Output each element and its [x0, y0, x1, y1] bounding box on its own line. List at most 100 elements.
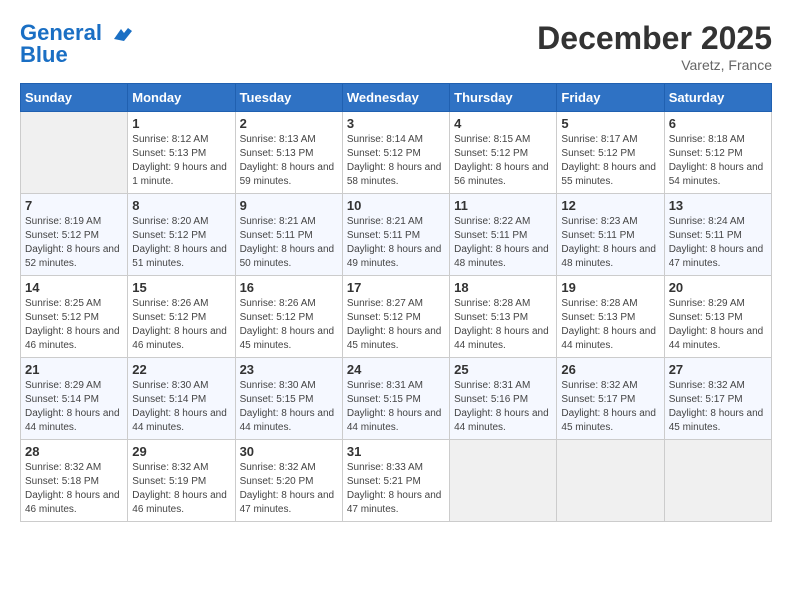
sunset-label: Sunset: 5:12 PM — [132, 230, 206, 241]
daylight-label: Daylight: 8 hours and 56 minutes. — [454, 162, 549, 187]
daylight-label: Daylight: 8 hours and 44 minutes. — [454, 326, 549, 351]
table-cell: 16 Sunrise: 8:26 AM Sunset: 5:12 PM Dayl… — [235, 276, 342, 358]
day-info: Sunrise: 8:21 AM Sunset: 5:11 PM Dayligh… — [240, 215, 338, 271]
daylight-label: Daylight: 8 hours and 49 minutes. — [347, 244, 442, 269]
daylight-label: Daylight: 8 hours and 51 minutes. — [132, 244, 227, 269]
header-monday: Monday — [128, 84, 235, 112]
day-info: Sunrise: 8:26 AM Sunset: 5:12 PM Dayligh… — [132, 297, 230, 353]
daylight-label: Daylight: 8 hours and 44 minutes. — [132, 408, 227, 433]
sunset-label: Sunset: 5:19 PM — [132, 476, 206, 487]
table-cell: 13 Sunrise: 8:24 AM Sunset: 5:11 PM Dayl… — [664, 194, 771, 276]
daylight-label: Daylight: 8 hours and 46 minutes. — [132, 490, 227, 515]
day-number: 9 — [240, 198, 338, 213]
sunset-label: Sunset: 5:12 PM — [454, 148, 528, 159]
daylight-label: Daylight: 8 hours and 48 minutes. — [454, 244, 549, 269]
sunset-label: Sunset: 5:12 PM — [25, 230, 99, 241]
day-number: 20 — [669, 280, 767, 295]
table-cell — [557, 440, 664, 522]
week-row-1: 1 Sunrise: 8:12 AM Sunset: 5:13 PM Dayli… — [21, 112, 772, 194]
sunset-label: Sunset: 5:12 PM — [561, 148, 635, 159]
daylight-label: Daylight: 8 hours and 50 minutes. — [240, 244, 335, 269]
day-number: 19 — [561, 280, 659, 295]
day-number: 2 — [240, 116, 338, 131]
header-wednesday: Wednesday — [342, 84, 449, 112]
sunset-label: Sunset: 5:12 PM — [669, 148, 743, 159]
sunset-label: Sunset: 5:11 PM — [561, 230, 634, 241]
day-info: Sunrise: 8:22 AM Sunset: 5:11 PM Dayligh… — [454, 215, 552, 271]
sunrise-label: Sunrise: 8:13 AM — [240, 134, 316, 145]
sunrise-label: Sunrise: 8:32 AM — [132, 462, 208, 473]
table-cell — [450, 440, 557, 522]
daylight-label: Daylight: 8 hours and 45 minutes. — [561, 408, 656, 433]
sunrise-label: Sunrise: 8:18 AM — [669, 134, 745, 145]
sunset-label: Sunset: 5:13 PM — [240, 148, 314, 159]
day-number: 10 — [347, 198, 445, 213]
sunrise-label: Sunrise: 8:15 AM — [454, 134, 530, 145]
month-title: December 2025 — [537, 20, 772, 57]
day-number: 4 — [454, 116, 552, 131]
sunset-label: Sunset: 5:11 PM — [240, 230, 313, 241]
day-number: 26 — [561, 362, 659, 377]
day-info: Sunrise: 8:31 AM Sunset: 5:16 PM Dayligh… — [454, 379, 552, 435]
sunset-label: Sunset: 5:12 PM — [347, 312, 421, 323]
day-info: Sunrise: 8:12 AM Sunset: 5:13 PM Dayligh… — [132, 133, 230, 189]
day-number: 14 — [25, 280, 123, 295]
sunrise-label: Sunrise: 8:32 AM — [25, 462, 101, 473]
table-cell: 29 Sunrise: 8:32 AM Sunset: 5:19 PM Dayl… — [128, 440, 235, 522]
daylight-label: Daylight: 8 hours and 46 minutes. — [25, 490, 120, 515]
sunrise-label: Sunrise: 8:24 AM — [669, 216, 745, 227]
sunset-label: Sunset: 5:13 PM — [132, 148, 206, 159]
day-number: 15 — [132, 280, 230, 295]
calendar-table: Sunday Monday Tuesday Wednesday Thursday… — [20, 83, 772, 522]
sunset-label: Sunset: 5:11 PM — [454, 230, 527, 241]
day-info: Sunrise: 8:15 AM Sunset: 5:12 PM Dayligh… — [454, 133, 552, 189]
table-cell: 31 Sunrise: 8:33 AM Sunset: 5:21 PM Dayl… — [342, 440, 449, 522]
sunrise-label: Sunrise: 8:30 AM — [132, 380, 208, 391]
day-number: 1 — [132, 116, 230, 131]
header-friday: Friday — [557, 84, 664, 112]
header-saturday: Saturday — [664, 84, 771, 112]
day-number: 12 — [561, 198, 659, 213]
day-number: 28 — [25, 444, 123, 459]
daylight-label: Daylight: 8 hours and 44 minutes. — [240, 408, 335, 433]
week-row-5: 28 Sunrise: 8:32 AM Sunset: 5:18 PM Dayl… — [21, 440, 772, 522]
sunset-label: Sunset: 5:15 PM — [240, 394, 314, 405]
table-cell: 1 Sunrise: 8:12 AM Sunset: 5:13 PM Dayli… — [128, 112, 235, 194]
day-info: Sunrise: 8:28 AM Sunset: 5:13 PM Dayligh… — [561, 297, 659, 353]
day-info: Sunrise: 8:20 AM Sunset: 5:12 PM Dayligh… — [132, 215, 230, 271]
sunrise-label: Sunrise: 8:25 AM — [25, 298, 101, 309]
daylight-label: Daylight: 8 hours and 46 minutes. — [132, 326, 227, 351]
sunrise-label: Sunrise: 8:32 AM — [561, 380, 637, 391]
day-number: 31 — [347, 444, 445, 459]
sunset-label: Sunset: 5:14 PM — [25, 394, 99, 405]
sunrise-label: Sunrise: 8:14 AM — [347, 134, 423, 145]
table-cell: 7 Sunrise: 8:19 AM Sunset: 5:12 PM Dayli… — [21, 194, 128, 276]
day-number: 23 — [240, 362, 338, 377]
table-cell: 17 Sunrise: 8:27 AM Sunset: 5:12 PM Dayl… — [342, 276, 449, 358]
daylight-label: Daylight: 8 hours and 44 minutes. — [25, 408, 120, 433]
day-info: Sunrise: 8:33 AM Sunset: 5:21 PM Dayligh… — [347, 461, 445, 517]
table-cell: 26 Sunrise: 8:32 AM Sunset: 5:17 PM Dayl… — [557, 358, 664, 440]
sunrise-label: Sunrise: 8:28 AM — [561, 298, 637, 309]
table-cell: 11 Sunrise: 8:22 AM Sunset: 5:11 PM Dayl… — [450, 194, 557, 276]
day-info: Sunrise: 8:32 AM Sunset: 5:17 PM Dayligh… — [561, 379, 659, 435]
week-row-4: 21 Sunrise: 8:29 AM Sunset: 5:14 PM Dayl… — [21, 358, 772, 440]
logo: General Blue — [20, 20, 134, 68]
sunrise-label: Sunrise: 8:29 AM — [25, 380, 101, 391]
daylight-label: Daylight: 8 hours and 45 minutes. — [669, 408, 764, 433]
day-number: 18 — [454, 280, 552, 295]
sunrise-label: Sunrise: 8:31 AM — [347, 380, 423, 391]
day-number: 17 — [347, 280, 445, 295]
sunset-label: Sunset: 5:21 PM — [347, 476, 421, 487]
day-info: Sunrise: 8:27 AM Sunset: 5:12 PM Dayligh… — [347, 297, 445, 353]
day-number: 5 — [561, 116, 659, 131]
day-info: Sunrise: 8:32 AM Sunset: 5:17 PM Dayligh… — [669, 379, 767, 435]
table-cell: 23 Sunrise: 8:30 AM Sunset: 5:15 PM Dayl… — [235, 358, 342, 440]
sunrise-label: Sunrise: 8:33 AM — [347, 462, 423, 473]
sunrise-label: Sunrise: 8:20 AM — [132, 216, 208, 227]
table-cell: 6 Sunrise: 8:18 AM Sunset: 5:12 PM Dayli… — [664, 112, 771, 194]
day-number: 6 — [669, 116, 767, 131]
day-info: Sunrise: 8:30 AM Sunset: 5:15 PM Dayligh… — [240, 379, 338, 435]
sunrise-label: Sunrise: 8:31 AM — [454, 380, 530, 391]
sunset-label: Sunset: 5:12 PM — [240, 312, 314, 323]
